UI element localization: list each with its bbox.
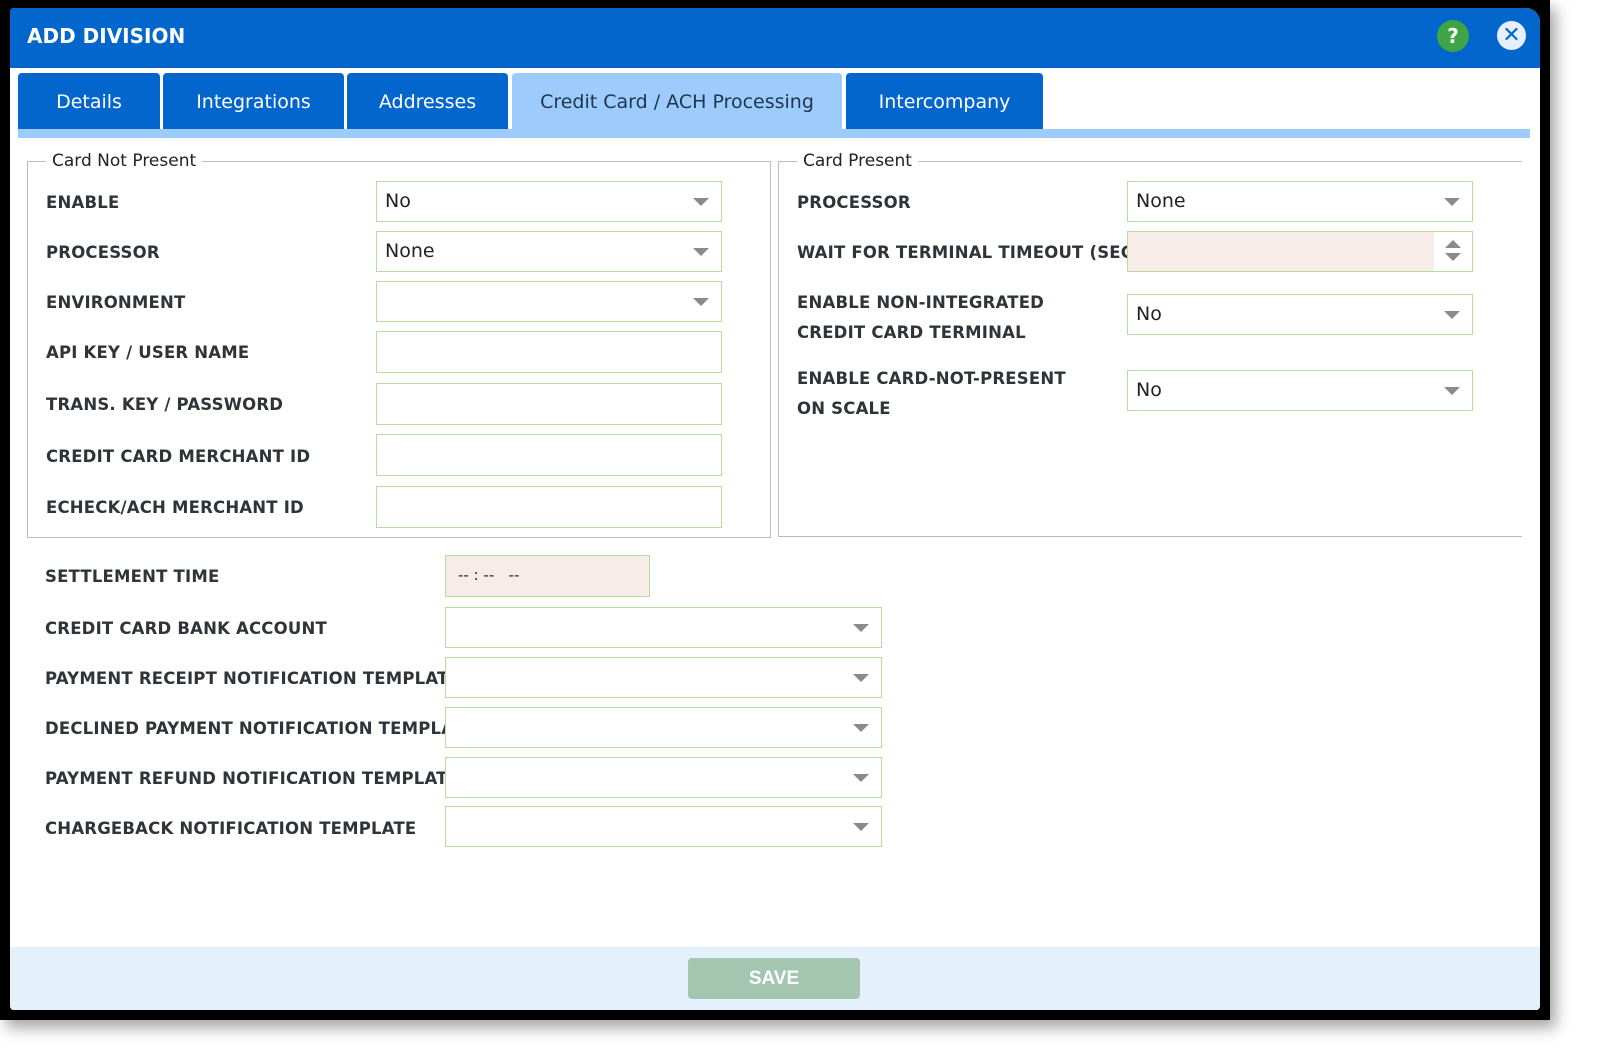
chevron-down-icon [1444,198,1460,206]
processor-value: None [385,240,435,262]
tab-credit-card-ach[interactable]: Credit Card / ACH Processing [512,73,842,129]
section-legend: Card Present [803,151,912,171]
non-integrated-terminal-value: No [1136,303,1162,325]
settlement-time-input[interactable]: -- : -- -- [445,555,650,597]
refund-template-select[interactable] [445,757,882,798]
enable-label: ENABLE [46,193,120,212]
add-division-dialog: ADD DIVISION ? ✕ Details Integrations Ad… [10,8,1540,1010]
dialog-footer: SAVE [10,947,1540,1010]
dialog-title: ADD DIVISION [27,24,186,48]
environment-select[interactable] [376,281,722,322]
chevron-down-icon [853,674,869,682]
chevron-down-icon [853,823,869,831]
chevron-down-icon [853,624,869,632]
save-button[interactable]: SAVE [688,958,860,999]
environment-label: ENVIRONMENT [46,293,186,312]
trans-key-label: TRANS. KEY / PASSWORD [46,395,284,414]
refund-template-label: PAYMENT REFUND NOTIFICATION TEMPLATE [45,769,460,788]
chevron-down-icon [1444,387,1460,395]
tab-addresses[interactable]: Addresses [347,73,508,129]
dialog-header: ADD DIVISION ? ✕ [10,8,1540,68]
cp-processor-label: PROCESSOR [797,193,911,212]
echeck-merchant-id-input[interactable] [376,486,722,528]
receipt-template-label: PAYMENT RECEIPT NOTIFICATION TEMPLATE [45,669,460,688]
tab-intercompany[interactable]: Intercompany [846,73,1043,129]
tab-integrations[interactable]: Integrations [163,73,344,129]
chevron-down-icon [693,198,709,206]
receipt-template-select[interactable] [445,657,882,698]
cp-processor-value: None [1136,190,1186,212]
cp-processor-select[interactable]: None [1127,181,1473,222]
processor-label: PROCESSOR [46,243,160,262]
cc-merchant-id-input[interactable] [376,434,722,476]
tab-details[interactable]: Details [18,73,160,129]
echeck-merchant-id-label: ECHECK/ACH MERCHANT ID [46,498,304,517]
section-legend: Card Not Present [52,151,197,171]
cnp-on-scale-select[interactable]: No [1127,370,1473,411]
cnp-on-scale-value: No [1136,379,1162,401]
terminal-timeout-label: WAIT FOR TERMINAL TIMEOUT (SEC) [797,243,1141,262]
api-key-label: API KEY / USER NAME [46,343,250,362]
cc-merchant-id-label: CREDIT CARD MERCHANT ID [46,447,311,466]
enable-value: No [385,190,411,212]
chevron-down-icon [853,724,869,732]
cnp-on-scale-label: ENABLE CARD-NOT-PRESENT ON SCALE [797,369,1066,418]
terminal-timeout-input[interactable] [1127,231,1473,272]
enable-select[interactable]: No [376,181,722,222]
tab-underline [18,129,1530,138]
number-spinner[interactable] [1434,232,1472,271]
spinner-up-icon[interactable] [1445,240,1461,248]
trans-key-input[interactable] [376,383,722,425]
close-icon[interactable]: ✕ [1497,21,1526,50]
api-key-input[interactable] [376,331,722,373]
chevron-down-icon [1444,311,1460,319]
chargeback-template-label: CHARGEBACK NOTIFICATION TEMPLATE [45,819,417,838]
bank-account-select[interactable] [445,607,882,648]
chargeback-template-select[interactable] [445,806,882,847]
settlement-time-label: SETTLEMENT TIME [45,567,220,586]
spinner-down-icon[interactable] [1445,253,1461,261]
declined-template-label: DECLINED PAYMENT NOTIFICATION TEMPLATE [45,719,476,738]
chevron-down-icon [693,248,709,256]
declined-template-select[interactable] [445,707,882,748]
processor-select[interactable]: None [376,231,722,272]
chevron-down-icon [853,774,869,782]
chevron-down-icon [693,298,709,306]
help-icon[interactable]: ? [1437,20,1469,52]
non-integrated-terminal-label: ENABLE NON-INTEGRATED CREDIT CARD TERMIN… [797,293,1045,342]
non-integrated-terminal-select[interactable]: No [1127,294,1473,335]
bank-account-label: CREDIT CARD BANK ACCOUNT [45,619,327,638]
